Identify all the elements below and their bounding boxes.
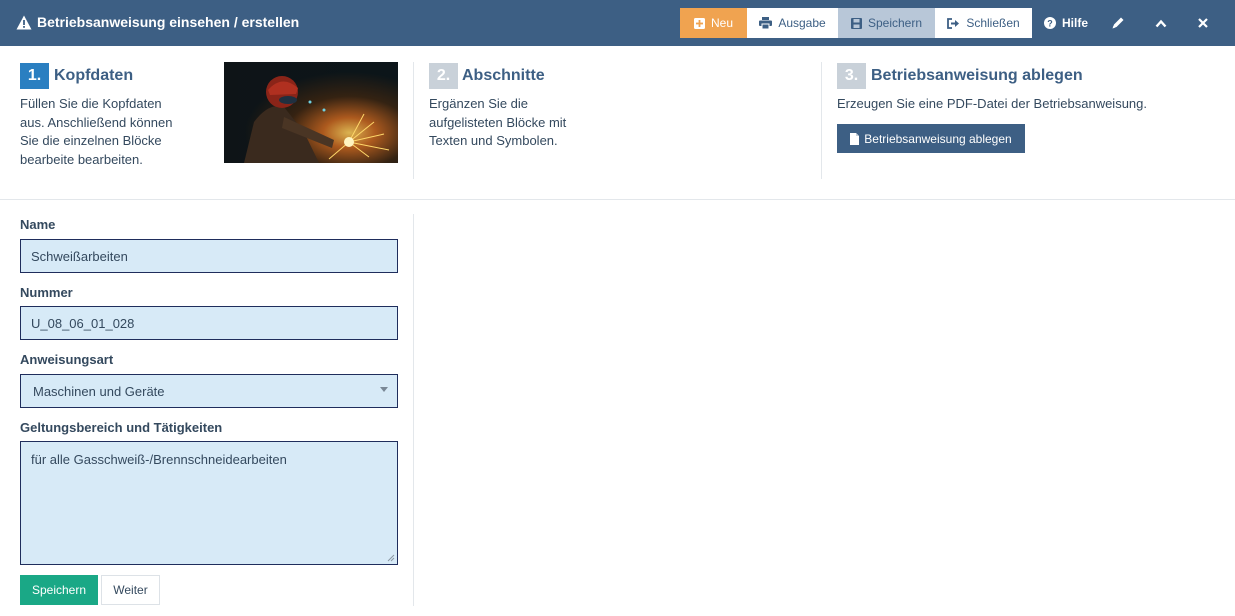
new-button[interactable]: Neu: [680, 8, 747, 38]
question-icon: ?: [1043, 17, 1056, 29]
svg-text:?: ?: [1047, 19, 1053, 29]
archive-pdf-button-label: Betriebsanweisung ablegen: [864, 131, 1012, 146]
step-3-desc-line: Erzeugen Sie eine PDF-Datei der Betriebs…: [837, 96, 1148, 111]
help-button-label: Hilfe: [1061, 16, 1088, 30]
step-2-desc-line: Texten und Symbolen.: [429, 133, 558, 148]
file-icon: [850, 132, 860, 145]
step-2-desc-line: aufgelisteten Blöcke mit: [429, 114, 567, 130]
top-bar: Betriebsanweisung einsehen / erstellen N…: [0, 0, 1235, 46]
nummer-input[interactable]: [20, 306, 398, 340]
step-divider: [821, 62, 822, 179]
print-icon: [759, 17, 773, 29]
step-3-badge: 3.: [837, 63, 866, 89]
window-title: Betriebsanweisung einsehen / erstellen: [16, 14, 299, 30]
save-toolbar-button[interactable]: Speichern: [838, 8, 935, 38]
archive-pdf-button[interactable]: Betriebsanweisung ablegen: [837, 124, 1025, 153]
welder-photo: [224, 62, 398, 163]
pencil-icon: [1112, 17, 1124, 29]
save-toolbar-label: Speichern: [867, 16, 923, 30]
anweisungsart-selected-value: Maschinen und Geräte: [33, 383, 165, 399]
plus-icon: [693, 17, 705, 29]
step-1-desc-line: aus. Anschließend können: [20, 114, 173, 130]
nummer-label: Nummer: [20, 285, 73, 300]
print-button-label: Ausgabe: [778, 16, 826, 30]
edit-button[interactable]: [1103, 8, 1133, 38]
sign-out-icon: [947, 17, 960, 29]
save-button[interactable]: Speichern: [20, 575, 98, 605]
step-1-desc-line: Füllen Sie die Kopfdaten: [20, 96, 162, 111]
step-1-badge: 1.: [20, 63, 49, 89]
step-1-title: Kopfdaten: [54, 67, 134, 84]
resize-grip-icon[interactable]: [385, 552, 395, 562]
step-1-description: Füllen Sie die Kopfdaten aus. Anschließe…: [20, 95, 210, 169]
anweisungsart-select[interactable]: Maschinen und Geräte: [20, 374, 398, 408]
help-button[interactable]: ? Hilfe: [1036, 8, 1096, 38]
next-button[interactable]: Weiter: [101, 575, 160, 605]
section-divider: [0, 199, 1235, 200]
print-button[interactable]: Ausgabe: [747, 8, 838, 38]
step-2-title: Abschnitte: [462, 67, 545, 84]
close-toolbar-button[interactable]: Schließen: [935, 8, 1032, 38]
collapse-button[interactable]: [1146, 8, 1176, 38]
caret-down-icon: [380, 387, 388, 392]
step-2-badge: 2.: [429, 63, 458, 89]
close-toolbar-label: Schließen: [966, 16, 1020, 30]
name-input[interactable]: [20, 239, 398, 273]
geltungsbereich-textarea[interactable]: für alle Gasschweiß-/Brennschneidearbeit…: [20, 441, 398, 565]
step-2-description: Ergänzen Sie die aufgelisteten Blöcke mi…: [429, 95, 619, 151]
window-title-text: Betriebsanweisung einsehen / erstellen: [37, 14, 300, 30]
floppy-icon: [850, 17, 862, 29]
name-label: Name: [20, 217, 56, 232]
chevron-up-icon: [1155, 19, 1167, 27]
close-window-button[interactable]: [1188, 8, 1218, 38]
anweisungsart-label: Anweisungsart: [20, 352, 114, 367]
close-icon: [1198, 18, 1208, 28]
step-1-desc-line: Sie die einzelnen Blöcke: [20, 133, 162, 148]
geltungsbereich-label: Geltungsbereich und Tätigkeiten: [20, 420, 223, 435]
step-1-desc-line: bearbeite bearbeiten.: [20, 151, 143, 167]
form-divider: [413, 214, 414, 606]
warning-icon: [16, 15, 32, 29]
step-3-title: Betriebsanweisung ablegen: [871, 67, 1083, 84]
new-button-label: Neu: [710, 16, 733, 30]
step-2-desc-line: Ergänzen Sie die: [429, 96, 529, 111]
step-divider: [413, 62, 414, 179]
step-3-description: Erzeugen Sie eine PDF-Datei der Betriebs…: [837, 95, 1217, 114]
